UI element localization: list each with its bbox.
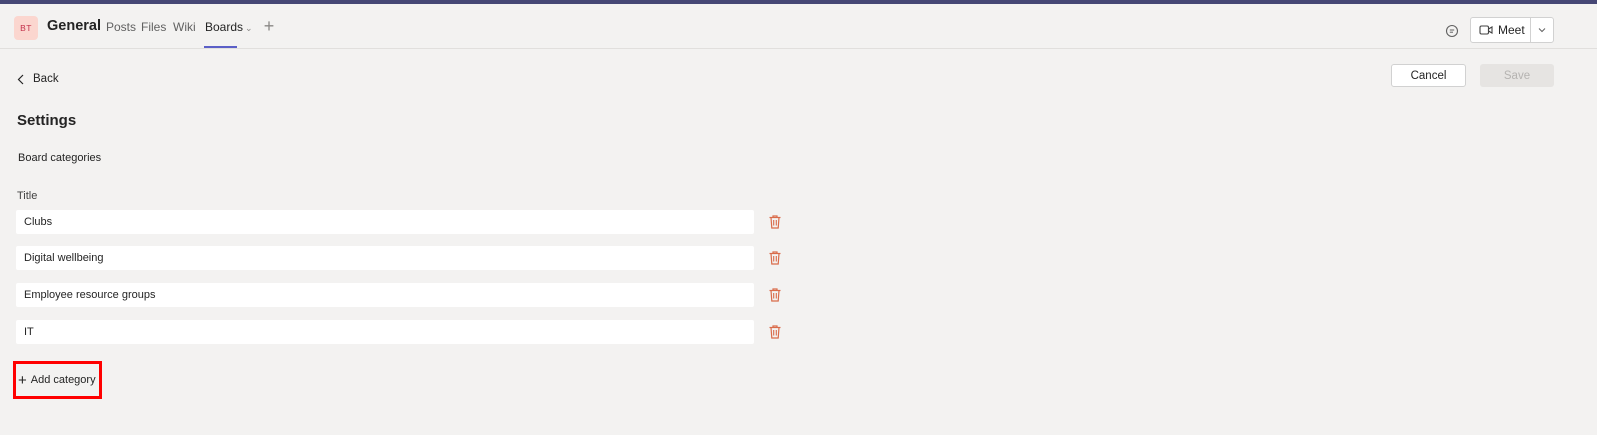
conversation-icon[interactable]: [1445, 24, 1459, 38]
meet-button-group: Meet: [1470, 17, 1554, 43]
back-label: Back: [33, 73, 59, 85]
add-category-label: Add category: [30, 374, 96, 386]
tab-boards[interactable]: Boards ⌄: [205, 20, 253, 34]
team-avatar[interactable]: BT: [14, 16, 38, 40]
channel-title: General: [47, 18, 101, 34]
trash-icon[interactable]: [767, 287, 783, 303]
trash-icon[interactable]: [767, 324, 783, 340]
category-input-clubs[interactable]: [16, 210, 754, 234]
meet-options-button[interactable]: [1530, 18, 1553, 42]
tab-boards-label: Boards: [205, 20, 244, 34]
page-title: Settings: [17, 112, 77, 129]
chevron-down-icon: [1538, 28, 1546, 33]
category-input-digital-wellbeing[interactable]: [16, 246, 754, 270]
save-button[interactable]: Save: [1480, 64, 1554, 87]
add-tab-icon[interactable]: +: [262, 16, 276, 36]
meet-label: Meet: [1498, 23, 1525, 37]
add-category-button[interactable]: + Add category: [13, 361, 102, 399]
meet-button[interactable]: Meet: [1471, 18, 1530, 42]
plus-icon: +: [18, 371, 27, 389]
tab-posts[interactable]: Posts: [106, 20, 136, 34]
video-camera-icon: [1479, 25, 1493, 35]
trash-icon[interactable]: [767, 250, 783, 266]
chevron-down-icon: ⌄: [245, 23, 253, 33]
tab-wiki[interactable]: Wiki: [173, 20, 196, 34]
cancel-button[interactable]: Cancel: [1391, 64, 1466, 87]
channel-header: BT General Posts Files Wiki Boards ⌄ + Me…: [0, 4, 1597, 49]
chevron-left-icon: [17, 74, 24, 84]
section-label: Board categories: [18, 152, 102, 164]
active-tab-indicator: [204, 46, 237, 48]
trash-icon[interactable]: [767, 214, 783, 230]
category-input-employee-resource-groups[interactable]: [16, 283, 754, 307]
column-label: Title: [17, 190, 38, 202]
back-link[interactable]: Back: [17, 71, 59, 87]
category-input-it[interactable]: [16, 320, 754, 344]
tab-files[interactable]: Files: [141, 20, 166, 34]
